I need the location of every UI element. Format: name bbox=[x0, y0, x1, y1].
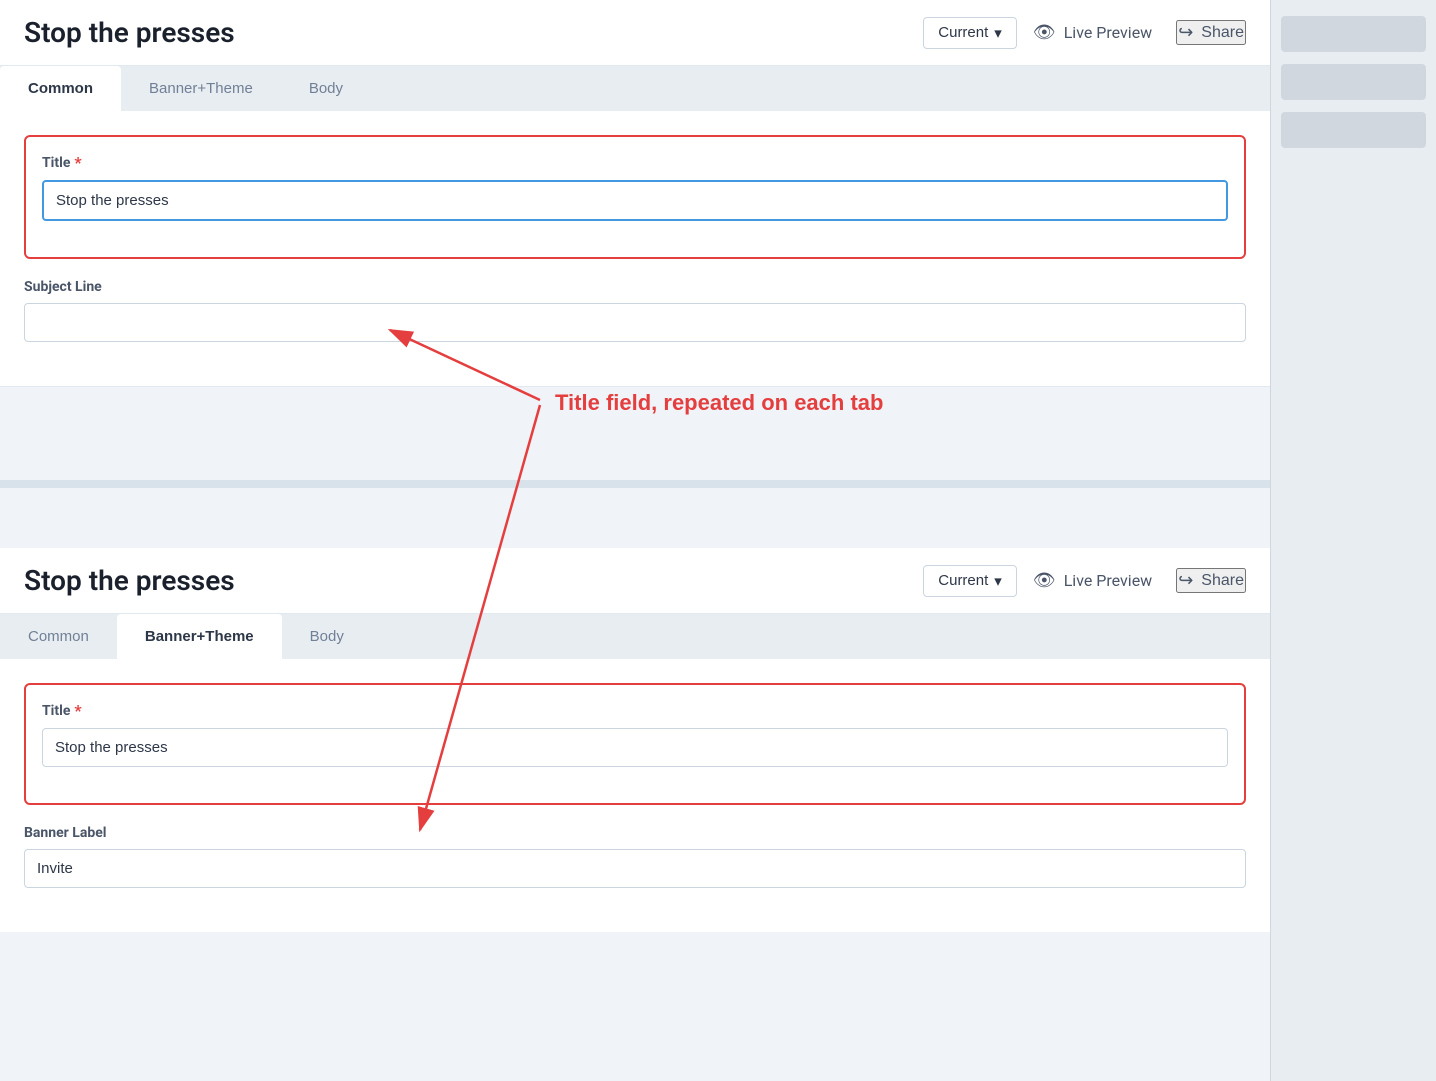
top-header-actions: 👁 Live Preview ↪ Share bbox=[1033, 20, 1246, 45]
tab-body-top[interactable]: Body bbox=[281, 66, 371, 111]
sidebar-item-3 bbox=[1281, 112, 1426, 148]
panel-divider bbox=[0, 480, 1270, 488]
top-current-dropdown[interactable]: Current ▾ bbox=[923, 17, 1017, 49]
top-title-annotation-box: Title * bbox=[24, 135, 1246, 259]
bottom-tabs: Common Banner+Theme Body bbox=[0, 614, 1270, 659]
bottom-title-input[interactable] bbox=[42, 728, 1228, 767]
top-share-button[interactable]: ↪ Share bbox=[1176, 20, 1246, 45]
bottom-banner-label-input[interactable] bbox=[24, 849, 1246, 888]
bottom-share-icon: ↪ bbox=[1178, 570, 1193, 591]
share-label: Share bbox=[1201, 24, 1244, 42]
top-title-field-group: Title * bbox=[42, 153, 1228, 221]
bottom-current-dropdown[interactable]: Current ▾ bbox=[923, 565, 1017, 597]
bottom-share-label: Share bbox=[1201, 572, 1244, 590]
bottom-panel-title: Stop the presses bbox=[24, 564, 907, 597]
bottom-header-actions: 👁 Live Preview ↪ Share bbox=[1033, 568, 1246, 593]
top-title-required: * bbox=[74, 153, 81, 172]
top-tabs: Common Banner+Theme Body bbox=[0, 66, 1270, 111]
right-sidebar bbox=[1270, 0, 1436, 1081]
bottom-eye-icon: 👁 bbox=[1033, 570, 1056, 591]
top-title-label: Title * bbox=[42, 153, 1228, 172]
top-title-input[interactable] bbox=[42, 180, 1228, 221]
bottom-title-annotation-box: Title * bbox=[24, 683, 1246, 805]
chevron-down-icon: ▾ bbox=[994, 24, 1002, 42]
top-panel-header: Stop the presses Current ▾ 👁 Live Previe… bbox=[0, 0, 1270, 66]
svg-text:Title field, repeated on each: Title field, repeated on each tab bbox=[555, 390, 883, 415]
dropdown-label: Current bbox=[938, 24, 988, 41]
live-preview-label: Live Preview bbox=[1064, 23, 1153, 42]
bottom-live-preview-button[interactable]: 👁 Live Preview bbox=[1033, 570, 1152, 591]
bottom-dropdown-label: Current bbox=[938, 572, 988, 589]
top-live-preview-button[interactable]: 👁 Live Preview bbox=[1033, 22, 1152, 43]
bottom-banner-label-field-group: Banner Label bbox=[24, 825, 1246, 888]
tab-banner-theme-bottom[interactable]: Banner+Theme bbox=[117, 614, 282, 659]
tab-body-bottom[interactable]: Body bbox=[282, 614, 372, 659]
tab-common-top[interactable]: Common bbox=[0, 66, 121, 111]
bottom-panel-content: Title * Banner Label bbox=[0, 659, 1270, 932]
share-icon: ↪ bbox=[1178, 22, 1193, 43]
top-panel-title: Stop the presses bbox=[24, 16, 907, 49]
bottom-share-button[interactable]: ↪ Share bbox=[1176, 568, 1246, 593]
eye-icon: 👁 bbox=[1033, 22, 1056, 43]
bottom-banner-label-label: Banner Label bbox=[24, 825, 1246, 841]
bottom-panel-header: Stop the presses Current ▾ 👁 Live Previe… bbox=[0, 548, 1270, 614]
sidebar-item-2 bbox=[1281, 64, 1426, 100]
tab-common-bottom[interactable]: Common bbox=[0, 614, 117, 659]
tab-banner-theme-top[interactable]: Banner+Theme bbox=[121, 66, 281, 111]
top-panel: Stop the presses Current ▾ 👁 Live Previe… bbox=[0, 0, 1270, 387]
top-subject-line-input[interactable] bbox=[24, 303, 1246, 342]
top-panel-content: Title * Subject Line bbox=[0, 111, 1270, 386]
bottom-live-preview-label: Live Preview bbox=[1064, 571, 1153, 590]
bottom-chevron-down-icon: ▾ bbox=[994, 572, 1002, 590]
bottom-title-label: Title * bbox=[42, 701, 1228, 720]
top-subject-line-label: Subject Line bbox=[24, 279, 1246, 295]
top-subject-line-field-group: Subject Line bbox=[24, 279, 1246, 342]
sidebar-item-1 bbox=[1281, 16, 1426, 52]
bottom-panel: Stop the presses Current ▾ 👁 Live Previe… bbox=[0, 548, 1270, 932]
bottom-title-field-group: Title * bbox=[42, 701, 1228, 767]
bottom-title-required: * bbox=[74, 701, 81, 720]
